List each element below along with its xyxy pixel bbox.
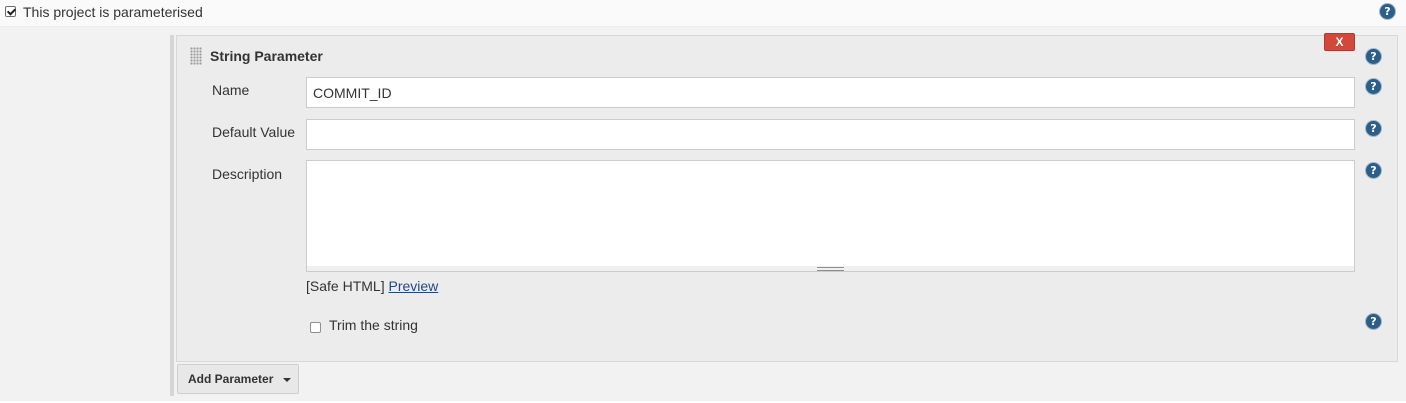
parameterised-checkbox[interactable] <box>5 6 16 17</box>
parameterised-row <box>0 0 1406 27</box>
safe-html-note: [Safe HTML] Preview <box>306 278 438 294</box>
drag-handle-icon[interactable] <box>190 47 202 65</box>
add-parameter-label: Add Parameter <box>188 372 274 386</box>
description-label: Description <box>212 166 283 182</box>
parameter-title: String Parameter <box>210 48 323 64</box>
help-icon[interactable]: ? <box>1366 121 1381 136</box>
name-label: Name <box>212 82 250 98</box>
help-icon[interactable]: ? <box>1366 314 1381 329</box>
trim-string-label: Trim the string <box>329 317 418 333</box>
trim-string-checkbox[interactable] <box>310 322 321 333</box>
description-textarea[interactable] <box>306 160 1355 267</box>
default-value-input[interactable] <box>306 119 1355 150</box>
add-parameter-button[interactable]: Add Parameter <box>177 364 299 394</box>
resize-handle-icon[interactable] <box>817 267 844 271</box>
name-input[interactable] <box>306 77 1355 108</box>
preview-link[interactable]: Preview <box>388 278 438 294</box>
help-icon[interactable]: ? <box>1380 4 1395 19</box>
safe-html-text: [Safe HTML] <box>306 278 385 294</box>
help-icon[interactable]: ? <box>1366 163 1381 178</box>
parameterised-label: This project is parameterised <box>23 4 203 20</box>
help-icon[interactable]: ? <box>1366 49 1381 64</box>
default-value-label: Default Value <box>212 124 296 140</box>
section-rail <box>170 35 174 396</box>
delete-parameter-button[interactable]: X <box>1324 33 1355 51</box>
help-icon[interactable]: ? <box>1366 79 1381 94</box>
dropdown-caret-icon <box>283 378 291 382</box>
